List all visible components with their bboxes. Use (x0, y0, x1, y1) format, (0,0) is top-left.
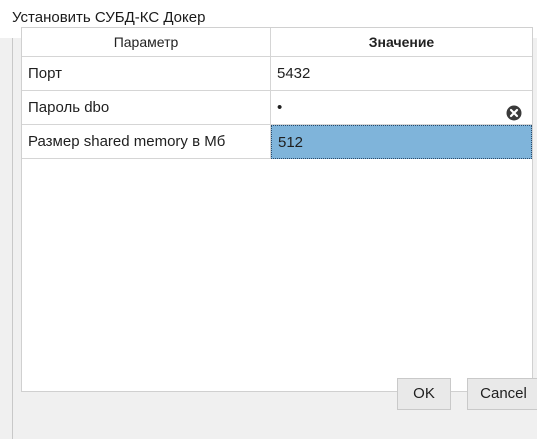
window-title: Установить СУБД-КС Докер (12, 9, 206, 26)
param-name-cell[interactable]: Порт (22, 57, 271, 91)
ok-button[interactable]: OK (397, 378, 451, 410)
param-name-cell[interactable]: Пароль dbo (22, 91, 271, 125)
column-header-parameter[interactable]: Параметр (22, 28, 271, 56)
column-header-value[interactable]: Значение (271, 28, 532, 56)
parameters-grid: Параметр Значение Порт 5432 Пароль dbo •… (21, 27, 537, 410)
password-value-cell[interactable]: • (271, 91, 532, 125)
password-mask: • (277, 99, 283, 116)
clear-icon[interactable] (506, 100, 522, 121)
param-value-cell[interactable]: 5432 (271, 57, 532, 91)
param-value-cell-selected[interactable]: 512 (271, 125, 532, 159)
cancel-button[interactable]: Cancel (467, 378, 537, 410)
table-row[interactable]: Порт 5432 (22, 57, 532, 91)
grid-header: Параметр Значение (22, 28, 532, 57)
table-row-selected[interactable]: Размер shared memory в Мб 512 (22, 125, 532, 159)
install-dialog: Установить СУБД-КС Докер Параметр Значен… (0, 0, 537, 439)
table-row[interactable]: Пароль dbo • (22, 91, 532, 125)
param-name-cell[interactable]: Размер shared memory в Мб (22, 125, 271, 159)
